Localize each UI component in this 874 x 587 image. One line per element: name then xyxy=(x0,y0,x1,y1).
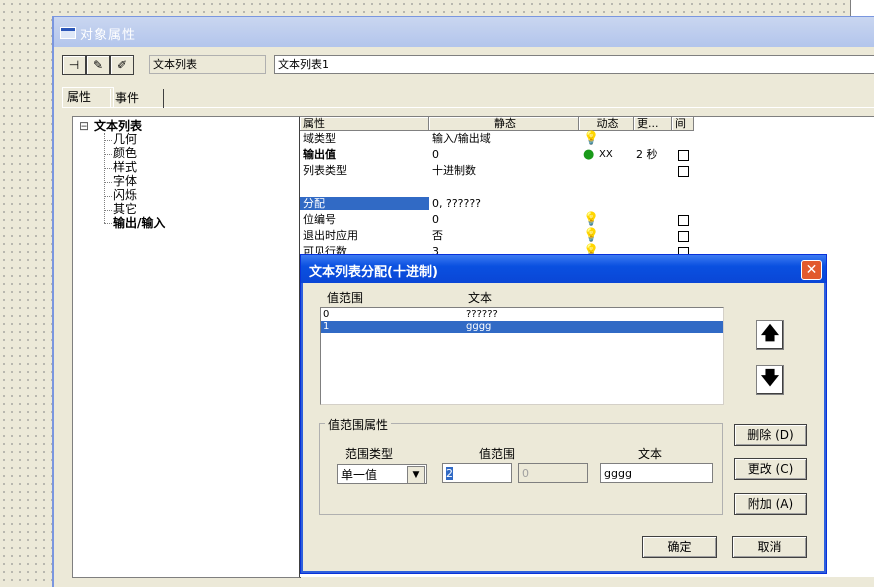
text-value-input[interactable]: gggg xyxy=(600,463,713,483)
ok-button[interactable]: 确定 xyxy=(642,536,717,558)
grid-row-name[interactable]: 位编号 xyxy=(303,213,336,226)
list-header-range: 值范围 xyxy=(327,291,364,305)
tab-events[interactable]: 事件 xyxy=(110,89,164,108)
grid-row-static[interactable]: 输入/输出域 xyxy=(432,132,491,145)
list-header-text: 文本 xyxy=(468,291,493,305)
grid-row-name[interactable]: 退出时应用 xyxy=(303,229,358,242)
grid-row-static[interactable]: 否 xyxy=(432,229,443,242)
wand-pencil-icon[interactable]: ✐ xyxy=(110,55,134,75)
close-icon[interactable]: ✕ xyxy=(801,260,822,280)
list-item-text: gggg xyxy=(466,321,492,332)
group-title: 值范围属性 xyxy=(325,416,392,433)
list-item-selected[interactable]: 1 gggg xyxy=(321,321,723,333)
grid-row-name[interactable]: 域类型 xyxy=(303,132,336,145)
window-titlebar[interactable]: 对象属性 xyxy=(54,17,874,47)
value-from-input[interactable]: 2 xyxy=(442,463,512,483)
window-icon xyxy=(60,27,76,39)
indirect-checkbox[interactable] xyxy=(678,215,689,226)
label-range-type: 范围类型 xyxy=(345,447,394,461)
tree-item-color[interactable]: 颜色 xyxy=(113,147,137,160)
range-type-value: 单一值 xyxy=(341,468,378,482)
grid-row-name[interactable]: 列表类型 xyxy=(303,164,347,177)
grid-row-update[interactable]: 2 秒 xyxy=(636,148,658,161)
tree-item-style[interactable]: 样式 xyxy=(113,161,137,174)
grid-row-static[interactable]: 0 xyxy=(432,148,439,161)
text-list-assignment-dialog: 文本列表分配(十进制) ✕ 值范围 文本 0 ?????? 1 gggg 🡅 🡇… xyxy=(300,254,827,574)
grid-header-dynamic[interactable]: 动态 xyxy=(579,117,634,131)
dialog-titlebar[interactable]: 文本列表分配(十进制) ✕ xyxy=(301,255,826,283)
list-item-range: 0 xyxy=(323,309,330,320)
grid-header-indirect[interactable]: 间 xyxy=(672,117,694,131)
grid-header-static[interactable]: 静态 xyxy=(429,117,579,131)
delete-button[interactable]: 删除 (D) xyxy=(734,424,807,446)
assignment-list[interactable]: 0 ?????? 1 gggg xyxy=(320,307,724,405)
window-title: 对象属性 xyxy=(80,28,137,43)
dialog-title: 文本列表分配(十进制) xyxy=(309,265,438,280)
indirect-checkbox[interactable] xyxy=(678,150,689,161)
property-tree: ⊟ 文本列表 几何 颜色 样式 字体 闪烁 其它 输出/输入 xyxy=(72,116,301,578)
tree-item-font[interactable]: 字体 xyxy=(113,175,137,188)
tree-item-flash[interactable]: 闪烁 xyxy=(113,189,137,202)
indirect-checkbox[interactable] xyxy=(678,231,689,242)
tab-divider xyxy=(62,107,874,108)
tree-item-other[interactable]: 其它 xyxy=(113,203,137,216)
grid-header-update[interactable]: 更... xyxy=(634,117,672,131)
lightbulb-icon[interactable]: 💡 xyxy=(583,213,599,226)
pin-icon[interactable]: ⊣ xyxy=(62,55,86,75)
cancel-button[interactable]: 取消 xyxy=(732,536,807,558)
grid-row-static[interactable]: 0, ?????? xyxy=(432,197,481,210)
lightbulb-icon[interactable]: 💡 xyxy=(583,229,599,242)
grid-row-dynamic[interactable]: XX xyxy=(599,148,613,161)
wand-icon[interactable]: ✎ xyxy=(86,55,110,75)
grid-row-name[interactable]: 输出值 xyxy=(303,148,336,161)
value-from-text: 2 xyxy=(446,467,453,480)
change-button[interactable]: 更改 (C) xyxy=(734,458,807,480)
list-item[interactable]: 0 ?????? xyxy=(321,309,723,321)
arrow-up-icon[interactable]: 🡅 xyxy=(756,320,784,350)
object-type-field: 文本列表 xyxy=(149,55,266,74)
tree-item-geometry[interactable]: 几何 xyxy=(113,133,137,146)
list-item-range: 1 xyxy=(323,321,330,332)
grid-header-property[interactable]: 属性 xyxy=(300,117,429,131)
value-to-input: 0 xyxy=(518,463,588,483)
label-text: 文本 xyxy=(638,447,663,461)
lightbulb-icon[interactable]: 💡 xyxy=(583,132,599,145)
chevron-down-icon[interactable]: ▼ xyxy=(407,466,425,484)
grid-row-static[interactable]: 十进制数 xyxy=(432,164,476,177)
tab-properties[interactable]: 属性 xyxy=(62,87,114,107)
tree-collapse-icon[interactable]: ⊟ xyxy=(79,120,89,133)
grid-row-static[interactable]: 0 xyxy=(432,213,439,226)
label-value-range: 值范围 xyxy=(479,447,516,461)
list-item-text: ?????? xyxy=(466,309,498,320)
green-lightbulb-icon[interactable]: ● xyxy=(583,148,594,161)
append-button[interactable]: 附加 (A) xyxy=(734,493,807,515)
tree-item-io[interactable]: 输出/输入 xyxy=(113,217,165,230)
object-name-field[interactable]: 文本列表1 xyxy=(274,55,874,74)
arrow-down-icon[interactable]: 🡇 xyxy=(756,365,784,395)
background-scrollbar[interactable] xyxy=(850,0,874,16)
grid-row-name-selected[interactable]: 分配 xyxy=(300,197,429,210)
range-type-select[interactable]: 单一值 ▼ xyxy=(337,464,427,484)
indirect-checkbox[interactable] xyxy=(678,166,689,177)
